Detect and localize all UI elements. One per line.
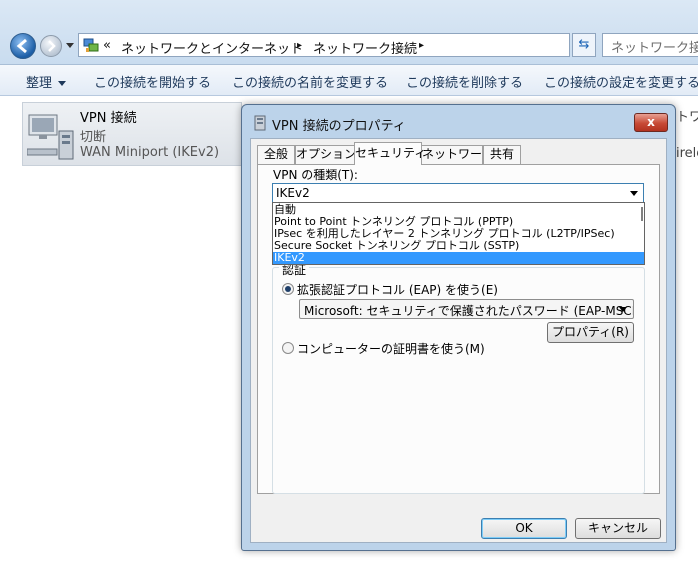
close-icon: x — [647, 115, 655, 129]
vpn-type-label: VPN の種類(T): — [273, 168, 358, 182]
search-placeholder: ネットワーク接続 — [611, 41, 698, 56]
organize-menu[interactable]: 整理 — [26, 72, 67, 91]
eap-radio[interactable] — [282, 283, 294, 295]
eap-method-select[interactable]: Microsoft: セキュリティで保護されたパスワード (EAP-MSCHAP… — [299, 299, 634, 319]
refresh-icon: ⇆ — [578, 37, 590, 52]
chevron-down-icon — [58, 81, 67, 86]
vpn-connection-icon — [27, 114, 74, 160]
certificate-radio[interactable] — [282, 342, 294, 354]
forward-arrow-icon — [48, 40, 56, 52]
list-scroll-indicator — [641, 207, 643, 221]
chevron-down-icon — [630, 191, 638, 196]
vpn-type-option-ikev2[interactable]: IKEv2 — [273, 252, 644, 264]
partial-item-device: irele — [676, 146, 698, 161]
vpn-type-value: IKEv2 — [276, 186, 310, 200]
tab-security[interactable]: セキュリティ — [354, 142, 426, 165]
search-input[interactable]: ネットワーク接続 — [602, 33, 698, 57]
ok-button[interactable]: OK — [481, 518, 567, 539]
back-arrow-icon — [16, 38, 27, 54]
tab-sharing[interactable]: 共有 — [483, 145, 521, 164]
connection-name: VPN 接続 — [80, 111, 137, 126]
tab-options[interactable]: オプション — [295, 145, 356, 164]
network-folder-icon — [83, 38, 99, 52]
eap-properties-button[interactable]: プロパティ(R) — [547, 322, 634, 343]
dialog-title: VPN 接続のプロパティ — [272, 119, 406, 134]
vpn-connection-item[interactable]: VPN 接続 切断 WAN Miniport (IKEv2) — [22, 102, 242, 166]
cancel-button[interactable]: キャンセル — [575, 518, 661, 539]
refresh-button[interactable]: ⇆ — [572, 33, 596, 57]
breadcrumb-network-connections[interactable]: ネットワーク接続 — [313, 38, 417, 57]
start-connection-button[interactable]: この接続を開始する — [94, 72, 211, 91]
organize-label: 整理 — [26, 76, 53, 91]
command-bar: 整理 この接続を開始する この接続の名前を変更する この接続を削除する この接続… — [0, 65, 698, 96]
eap-radio-label[interactable]: 拡張認証プロトコル (EAP) を使う(E) — [297, 281, 498, 298]
tab-networking[interactable]: ネットワーク — [421, 145, 494, 164]
address-field[interactable]: « ネットワークとインターネット ▸ ネットワーク接続 ▸ — [78, 33, 639, 57]
breadcrumb-separator-icon[interactable]: ▸ — [419, 40, 424, 51]
chevron-down-icon — [619, 307, 627, 312]
tab-general[interactable]: 全般 — [257, 145, 295, 164]
breadcrumb-network-internet[interactable]: ネットワークとインターネット — [121, 38, 303, 57]
close-button[interactable]: x — [634, 113, 668, 132]
address-bar-area: « ネットワークとインターネット ▸ ネットワーク接続 ▸ ⇆ ネットワーク接続 — [0, 0, 698, 65]
rename-connection-button[interactable]: この接続の名前を変更する — [232, 72, 388, 91]
change-settings-button[interactable]: この接続の設定を変更する — [544, 72, 698, 91]
connection-device: WAN Miniport (IKEv2) — [80, 145, 220, 160]
forward-button[interactable] — [40, 35, 62, 57]
vpn-type-option-sstp[interactable]: Secure Socket トンネリング プロトコル (SSTP) — [273, 240, 644, 252]
certificate-radio-label[interactable]: コンピューターの証明書を使う(M) — [297, 340, 485, 357]
delete-connection-button[interactable]: この接続を削除する — [406, 72, 523, 91]
breadcrumb-overflow[interactable]: « — [103, 38, 111, 53]
vpn-type-select[interactable]: IKEv2 — [272, 183, 644, 203]
eap-method-value: Microsoft: セキュリティで保護されたパスワード (EAP-MSCHAP… — [304, 304, 633, 318]
vpn-connection-icon — [254, 115, 266, 131]
back-button[interactable] — [10, 33, 36, 59]
breadcrumb-separator-icon[interactable]: ▸ — [297, 40, 302, 51]
connection-status: 切断 — [80, 130, 107, 145]
vpn-type-dropdown-list[interactable]: 自動 Point to Point トンネリング プロトコル (PPTP) IP… — [272, 202, 645, 265]
recent-pages-dropdown[interactable] — [66, 43, 74, 48]
partial-item-label: トワ — [676, 110, 698, 125]
